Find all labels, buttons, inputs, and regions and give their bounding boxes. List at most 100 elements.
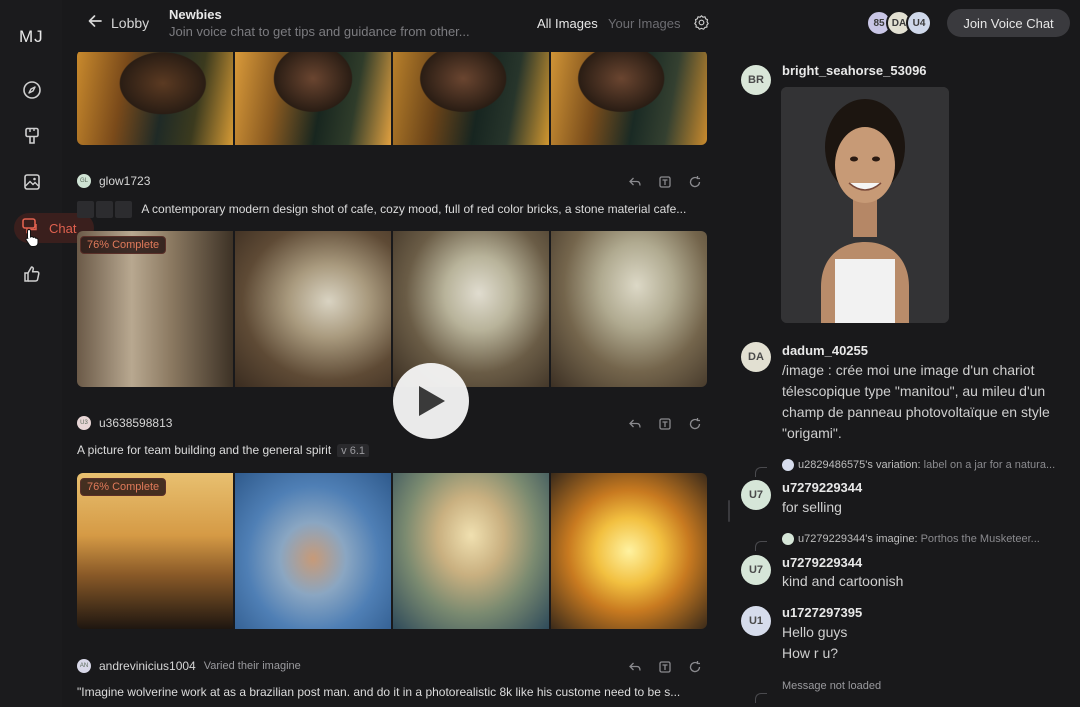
- image-grid: [77, 52, 707, 145]
- chat-username[interactable]: u7279229344: [782, 480, 862, 495]
- video-play-button[interactable]: [393, 363, 469, 439]
- chat-message-text: kind and cartoonish: [782, 573, 904, 589]
- chat-username[interactable]: u7279229344: [782, 555, 862, 570]
- upscale-icon[interactable]: [658, 175, 672, 194]
- grid-image[interactable]: [393, 231, 549, 387]
- ref-user: u2829486575's variation:: [798, 459, 921, 471]
- portrait-image: [781, 87, 949, 323]
- reply-icon[interactable]: [628, 660, 642, 679]
- app-logo[interactable]: MJ: [19, 27, 44, 47]
- play-icon: [419, 386, 445, 416]
- channel-title: Newbies: [169, 7, 222, 22]
- avatar: AN: [77, 659, 91, 673]
- avatar[interactable]: DA: [741, 342, 771, 372]
- post-action-label: Varied their imagine: [203, 660, 301, 672]
- likes-thumbs-up-icon[interactable]: [21, 263, 43, 285]
- join-voice-chat-button[interactable]: Join Voice Chat: [947, 9, 1070, 37]
- avatar: GL: [77, 174, 91, 188]
- chat-message-text: /image : crée moi une image d'un chariot…: [782, 360, 1077, 444]
- prompt-text: A contemporary modern design shot of caf…: [141, 201, 687, 216]
- grid-image[interactable]: [77, 52, 233, 145]
- post-header: GL glow1723: [77, 174, 150, 188]
- post-actions: [628, 660, 702, 679]
- reference-thumbnail[interactable]: [77, 201, 94, 218]
- grid-image[interactable]: [235, 473, 391, 629]
- arrow-left-icon: [87, 13, 103, 32]
- refresh-icon[interactable]: [688, 660, 702, 679]
- avatar[interactable]: BR: [741, 65, 771, 95]
- grid-image[interactable]: [235, 52, 391, 145]
- create-brush-icon[interactable]: [21, 125, 43, 147]
- avatar[interactable]: U1: [741, 606, 771, 636]
- post-prompt: A contemporary modern design shot of caf…: [77, 201, 709, 218]
- back-label: Lobby: [111, 14, 150, 31]
- chat-image[interactable]: [781, 87, 949, 323]
- avatar: [782, 533, 794, 546]
- avatar: U4: [906, 10, 932, 36]
- grid-image[interactable]: [393, 52, 549, 145]
- refresh-icon[interactable]: [688, 175, 702, 194]
- avatar: U3: [77, 416, 91, 430]
- hand-cursor-icon: [24, 228, 40, 253]
- chat-username[interactable]: dadum_40255: [782, 343, 868, 358]
- message-line: champ de panneau photovoltaïque en style: [782, 404, 1050, 420]
- progress-badge: 76% Complete: [80, 478, 167, 496]
- post-prompt: "Imagine wolverine work at as a brazilia…: [77, 685, 681, 699]
- image-grid: 76% Complete: [77, 231, 707, 387]
- ref-text: label on a jar for a natura...: [923, 459, 1056, 471]
- post-header: U3 u3638598813: [77, 416, 172, 430]
- grid-image[interactable]: [393, 473, 549, 629]
- gallery-image-icon[interactable]: [21, 171, 43, 193]
- back-to-lobby-button[interactable]: Lobby: [87, 13, 149, 32]
- avatar[interactable]: U7: [741, 555, 771, 585]
- reference-thumbnail[interactable]: [96, 201, 113, 218]
- explore-compass-icon[interactable]: [21, 79, 43, 101]
- chat-username[interactable]: bright_seahorse_53096: [782, 63, 927, 78]
- reply-reference[interactable]: u7279229344's imagine: Porthos the Muske…: [782, 533, 1078, 546]
- grid-image[interactable]: [551, 52, 707, 145]
- ref-user: u7279229344's imagine:: [798, 533, 918, 545]
- top-bar: Lobby Newbies Join voice chat to get tip…: [62, 0, 1080, 52]
- grid-image[interactable]: [77, 231, 233, 387]
- voice-participants[interactable]: 85 DA U4: [866, 10, 932, 36]
- grid-image[interactable]: [551, 231, 707, 387]
- reply-icon[interactable]: [628, 175, 642, 194]
- tab-all-images[interactable]: All Images: [537, 16, 598, 31]
- reference-thumbnail[interactable]: [115, 201, 132, 218]
- reply-connector: [755, 693, 767, 703]
- grid-image[interactable]: [235, 231, 391, 387]
- post-actions: [628, 175, 702, 194]
- post-username[interactable]: u3638598813: [99, 416, 172, 430]
- reply-icon[interactable]: [628, 417, 642, 436]
- grid-image[interactable]: [551, 473, 707, 629]
- post-username[interactable]: andrevinicius1004: [99, 659, 196, 673]
- message-line: /image : crée moi une image d'un chariot: [782, 362, 1035, 378]
- sidebar: MJ Chat: [0, 0, 94, 707]
- post-actions: [628, 417, 702, 436]
- image-feed: GL glow1723 A contemporary modern design…: [62, 52, 728, 707]
- chat-message-text: Hello guys How r u?: [782, 622, 847, 664]
- reply-connector: [755, 467, 767, 477]
- chat-message-text: for selling: [782, 499, 842, 515]
- avatar[interactable]: U7: [741, 480, 771, 510]
- reply-reference[interactable]: u2829486575's variation: label on a jar …: [782, 459, 1078, 472]
- channel-description: Join voice chat to get tips and guidance…: [169, 24, 470, 39]
- message-line: How r u?: [782, 645, 839, 661]
- tab-your-images[interactable]: Your Images: [608, 16, 681, 31]
- progress-badge: 76% Complete: [80, 236, 167, 254]
- message-not-loaded-note: Message not loaded: [782, 680, 882, 692]
- reply-connector: [755, 541, 767, 551]
- chat-username[interactable]: u1727297395: [782, 605, 862, 620]
- post-header: AN andrevinicius1004 Varied their imagin…: [77, 659, 301, 673]
- upscale-icon[interactable]: [658, 417, 672, 436]
- refresh-icon[interactable]: [688, 417, 702, 436]
- grid-image[interactable]: [77, 473, 233, 629]
- chat-panel: BR bright_seahorse_53096 DA dadum_40255 …: [730, 52, 1080, 707]
- upscale-icon[interactable]: [658, 660, 672, 679]
- gear-icon[interactable]: [693, 14, 710, 36]
- message-line: télescopique type "manitou", au mileu d'…: [782, 383, 1046, 399]
- message-line: Hello guys: [782, 624, 848, 640]
- post-username[interactable]: glow1723: [99, 174, 150, 188]
- prompt-text: A picture for team building and the gene…: [77, 443, 332, 457]
- version-badge: v 6.1: [337, 444, 370, 457]
